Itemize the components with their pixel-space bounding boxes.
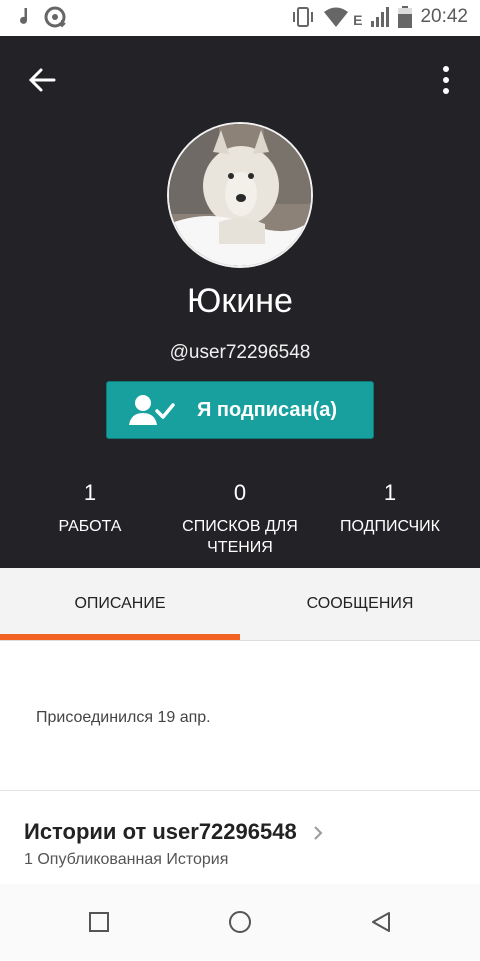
following-button-label: Я подписан(а)	[197, 398, 338, 421]
vibrate-icon	[293, 7, 314, 27]
nav-back-icon[interactable]	[369, 910, 393, 934]
chevron-right-icon	[314, 826, 323, 840]
stories-count: 1 Опубликованная История	[24, 851, 229, 868]
profile-name: Юкине	[187, 282, 293, 320]
download-icon	[44, 6, 66, 28]
nav-circle-icon[interactable]	[228, 910, 252, 934]
stat-number: 1	[83, 480, 97, 505]
system-nav-bar	[0, 884, 480, 960]
tab-description[interactable]: ОПИСАНИЕ	[0, 568, 240, 640]
stat-number: 1	[383, 480, 397, 505]
stat-label: ПОДПИСЧИК	[340, 518, 440, 535]
divider	[0, 790, 480, 791]
stories-link[interactable]: Истории от user72296548	[24, 819, 323, 845]
stat-label: СПИСКОВ ДЛЯ ЧТЕНИЯ	[182, 518, 298, 556]
stat-followers[interactable]: 1 ПОДПИСЧИК	[310, 480, 470, 537]
music-note-icon	[20, 8, 28, 24]
tab-messages[interactable]: СООБЩЕНИЯ	[240, 568, 480, 640]
stories-title: Истории от user72296548	[24, 819, 297, 844]
back-arrow-icon[interactable]	[26, 64, 58, 96]
following-button[interactable]: Я подписан(а)	[106, 381, 374, 439]
signal-icon	[371, 7, 390, 27]
wifi-icon	[324, 7, 349, 27]
more-vert-icon[interactable]	[440, 64, 452, 96]
profile-handle: @user72296548	[169, 342, 311, 363]
profile-header: Юкине @user72296548 Я подписан(а) 1 РАБО…	[0, 36, 480, 568]
nav-square-icon[interactable]	[87, 910, 111, 934]
stat-reading-lists[interactable]: 0 СПИСКОВ ДЛЯ ЧТЕНИЯ	[160, 480, 320, 558]
user-check-icon	[129, 395, 175, 425]
profile-tabs: ОПИСАНИЕ СООБЩЕНИЯ	[0, 568, 480, 641]
joined-date: Присоединился 19 апр.	[36, 709, 211, 726]
stat-number: 0	[233, 480, 247, 505]
avatar-image	[169, 124, 311, 266]
stat-works[interactable]: 1 РАБОТА	[10, 480, 170, 537]
network-type: E	[353, 12, 363, 28]
battery-icon	[398, 6, 413, 28]
status-bar: E 20:42	[0, 0, 480, 36]
clock: 20:42	[420, 6, 468, 27]
avatar[interactable]	[167, 122, 313, 268]
stat-label: РАБОТА	[58, 518, 122, 535]
